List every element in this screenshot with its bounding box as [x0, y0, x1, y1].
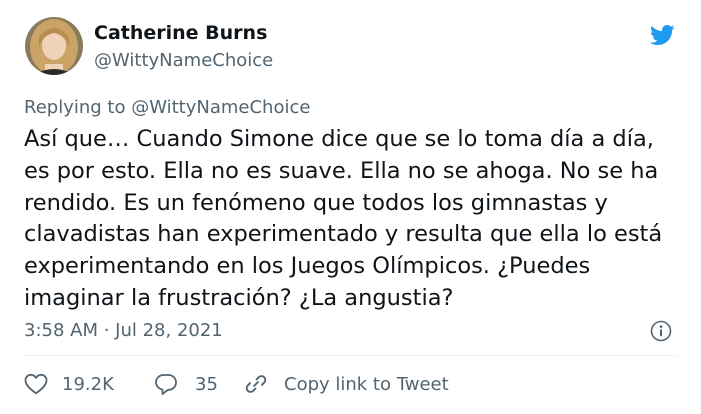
author-handle[interactable]: @WittyNameChoice — [94, 50, 273, 71]
heart-icon — [24, 373, 48, 395]
reply-count: 35 — [195, 373, 218, 395]
reply-bubble-icon — [155, 373, 177, 395]
avatar[interactable] — [25, 17, 83, 75]
info-icon[interactable] — [650, 320, 672, 342]
copy-link-button[interactable]: Copy link to Tweet — [244, 371, 449, 397]
tweet-line: experimentando en los Juegos Olímpicos. … — [24, 253, 591, 280]
copy-link-label: Copy link to Tweet — [284, 373, 449, 395]
tweet-line: Así que… Cuando Simone dice que se lo to… — [24, 126, 654, 152]
link-icon — [245, 375, 267, 393]
tweet-text: Así que… Cuando Simone dice que se lo to… — [24, 124, 684, 315]
tweet-line: rendido. Es un fenómeno que todos los gi… — [24, 189, 608, 216]
reply-button[interactable]: 35 — [154, 371, 218, 397]
replying-to-line[interactable]: Replying to @WittyNameChoice — [24, 97, 310, 118]
tweet-line: es por esto. Ella no es suave. Ella no s… — [24, 157, 659, 184]
twitter-bird-icon[interactable] — [646, 22, 678, 48]
like-count: 19.2K — [62, 373, 114, 395]
divider — [24, 355, 677, 356]
tweet-timestamp[interactable]: 3:58 AM · Jul 28, 2021 — [24, 320, 223, 341]
tweet-line: imaginar la frustración? ¿La angustia? — [24, 284, 454, 311]
like-button[interactable]: 19.2K — [24, 371, 114, 397]
tweet-line: clavadistas han experimentado y resulta … — [24, 221, 663, 248]
author-display-name[interactable]: Catherine Burns — [94, 22, 267, 44]
